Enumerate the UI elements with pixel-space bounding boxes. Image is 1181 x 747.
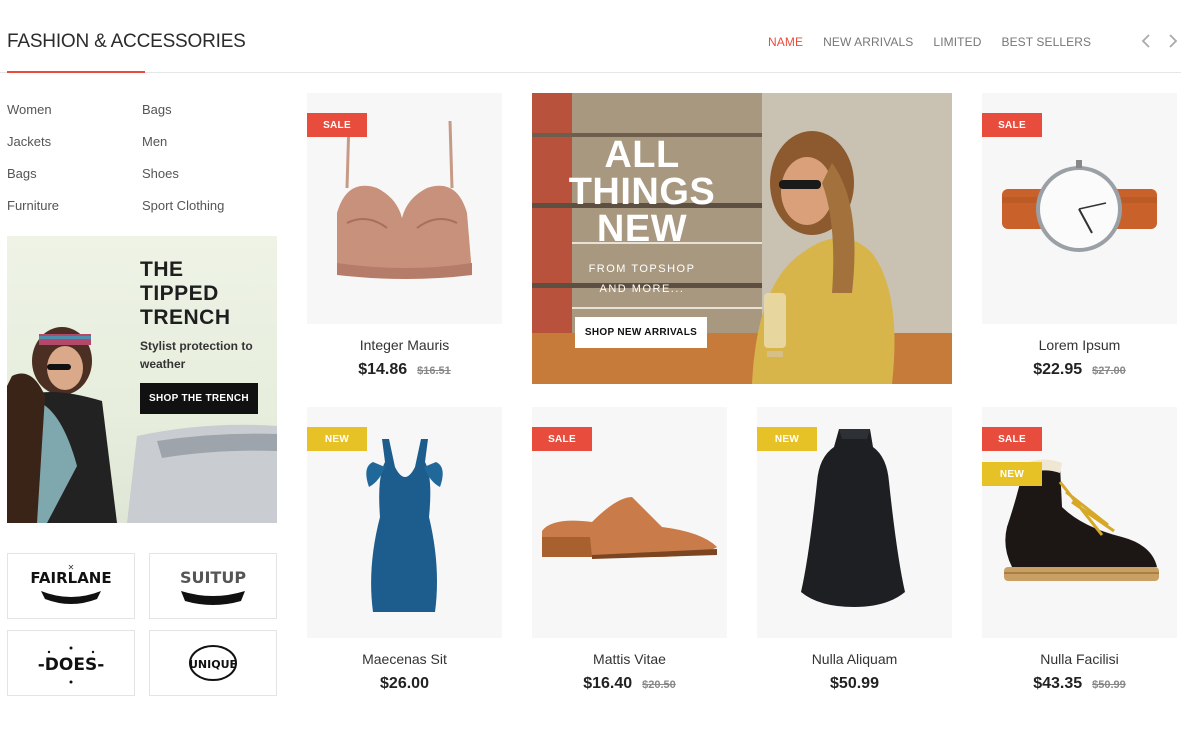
- hero-title: ALL THINGS NEW: [568, 134, 716, 250]
- product-price-row: $50.99: [757, 675, 952, 693]
- category-link-sport-clothing[interactable]: Sport Clothing: [142, 197, 277, 215]
- product-name[interactable]: Nulla Aliquam: [757, 651, 952, 667]
- brand-logo-fairlane[interactable]: FAIRLANE ✕: [7, 553, 135, 619]
- product-name[interactable]: Lorem Ipsum: [982, 337, 1177, 353]
- product-image[interactable]: SALE NEW: [982, 407, 1177, 638]
- product-price-row: $22.95 $27.00: [982, 361, 1177, 379]
- category-link-women[interactable]: Women: [7, 101, 142, 119]
- sale-badge: SALE: [982, 113, 1042, 137]
- trench-title: THE TIPPED TRENCH: [140, 258, 231, 329]
- product-card: SALE Mattis Vitae $16.40 $20.50: [532, 407, 727, 693]
- new-badge: NEW: [307, 427, 367, 451]
- product-card: SALE NEW Nulla Facilisi $43.35 $50.99: [982, 407, 1177, 693]
- brand-logo-suitup[interactable]: SUITUP: [149, 553, 277, 619]
- brand-name-unique: UNIQUE: [189, 658, 237, 671]
- header-accent-underline: [7, 71, 145, 73]
- category-link-furniture[interactable]: Furniture: [7, 197, 142, 215]
- product-price: $14.86: [358, 361, 408, 378]
- product-price-row: $43.35 $50.99: [982, 675, 1177, 693]
- brand-logo-does[interactable]: -DOES-: [7, 630, 135, 696]
- product-name[interactable]: Maecenas Sit: [307, 651, 502, 667]
- new-badge: NEW: [757, 427, 817, 451]
- section-title: FASHION & ACCESSORIES: [7, 31, 246, 52]
- product-card: SALE Integer Mauris $14.86 $16.51: [307, 93, 502, 379]
- tab-best-sellers[interactable]: BEST SELLERS: [1001, 35, 1091, 49]
- product-price-row: $14.86 $16.51: [307, 361, 502, 379]
- product-old-price: $16.51: [417, 365, 451, 377]
- svg-text:✕: ✕: [68, 563, 75, 572]
- product-image[interactable]: NEW: [307, 407, 502, 638]
- trench-subtitle: Stylist protection to weather: [140, 339, 253, 371]
- hero-subtitle: FROM TOPSHOP AND MORE...: [588, 263, 696, 295]
- product-image[interactable]: SALE: [307, 93, 502, 324]
- product-price: $50.99: [830, 675, 879, 692]
- product-price-row: $16.40 $20.50: [532, 675, 727, 693]
- product-old-price: $27.00: [1092, 365, 1126, 377]
- tab-new-arrivals[interactable]: NEW ARRIVALS: [823, 35, 913, 49]
- sale-badge: SALE: [307, 113, 367, 137]
- sale-badge: SALE: [532, 427, 592, 451]
- product-old-price: $50.99: [1092, 679, 1126, 691]
- category-link-bags[interactable]: Bags: [142, 101, 277, 119]
- product-name[interactable]: Mattis Vitae: [532, 651, 727, 667]
- product-image[interactable]: NEW: [757, 407, 952, 638]
- product-name[interactable]: Nulla Facilisi: [982, 651, 1177, 667]
- product-image[interactable]: SALE: [982, 93, 1177, 324]
- tab-limited[interactable]: LIMITED: [933, 35, 981, 49]
- tab-name[interactable]: NAME: [768, 35, 803, 49]
- new-badge: NEW: [982, 462, 1042, 486]
- trench-promo-banner[interactable]: THE TIPPED TRENCH Stylist protection to …: [7, 236, 277, 523]
- next-arrow-icon[interactable]: [1166, 31, 1180, 51]
- brand-name-does: -DOES-: [38, 655, 105, 675]
- product-name[interactable]: Integer Mauris: [307, 337, 502, 353]
- shop-the-trench-button[interactable]: SHOP THE TRENCH: [140, 383, 258, 414]
- hero-promo-banner[interactable]: ALL THINGS NEW FROM TOPSHOP AND MORE... …: [532, 93, 952, 384]
- category-list: Women Bags Jackets Men Bags Shoes Furnit…: [7, 101, 277, 215]
- prev-arrow-icon[interactable]: [1139, 31, 1153, 51]
- sale-badge: SALE: [982, 427, 1042, 451]
- category-link-jackets[interactable]: Jackets: [7, 133, 142, 151]
- category-link-men[interactable]: Men: [142, 133, 277, 151]
- product-old-price: $20.50: [642, 679, 676, 691]
- brand-name-suitup: SUITUP: [180, 568, 246, 587]
- filter-tabs: NAME NEW ARRIVALS LIMITED BEST SELLERS: [768, 35, 1111, 49]
- product-price: $26.00: [380, 675, 429, 692]
- product-price: $43.35: [1033, 675, 1083, 692]
- product-price: $16.40: [583, 675, 633, 692]
- header-divider: [0, 72, 1181, 73]
- brand-logo-unique[interactable]: UNIQUE: [149, 630, 277, 696]
- product-price: $22.95: [1033, 361, 1083, 378]
- product-card: NEW Nulla Aliquam $50.99: [757, 407, 952, 693]
- product-card: SALE Lorem Ipsum $22.95 $27.00: [982, 93, 1177, 379]
- shop-new-arrivals-button[interactable]: SHOP NEW ARRIVALS: [575, 317, 707, 348]
- category-link-bags-2[interactable]: Bags: [7, 165, 142, 183]
- category-link-shoes[interactable]: Shoes: [142, 165, 277, 183]
- product-image[interactable]: SALE: [532, 407, 727, 638]
- product-card: NEW Maecenas Sit $26.00: [307, 407, 502, 693]
- product-price-row: $26.00: [307, 675, 502, 693]
